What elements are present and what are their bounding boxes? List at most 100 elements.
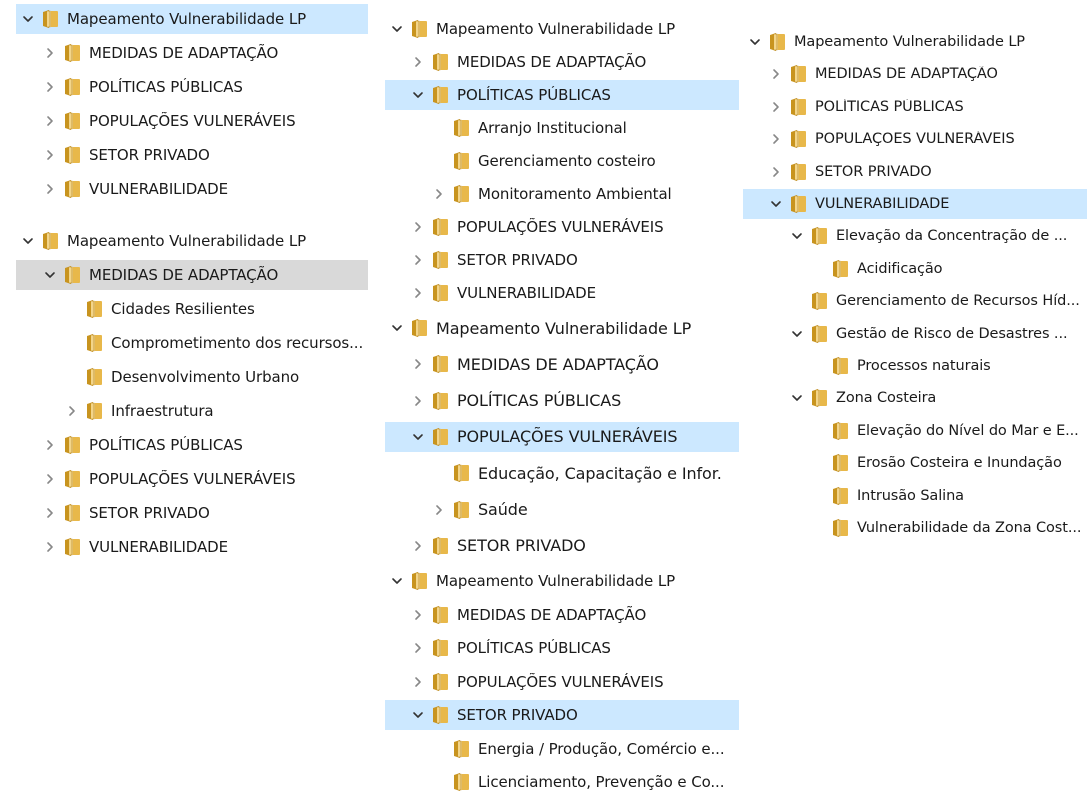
tree-item[interactable]: Zona Costeira [743,383,1087,413]
chevron-down-icon[interactable] [20,235,36,247]
tree-item[interactable]: MEDIDAS DE ADAPTAÇÃO [385,600,739,630]
tree-item[interactable]: Elevação do Nível do Mar e E... [743,416,1087,446]
tree-item[interactable]: SETOR PRIVADO [16,498,368,528]
tree-item-label: Mapeamento Vulnerabilidade LP [794,34,1025,50]
tree-item[interactable]: POLÍTICAS PÚBLICAS [385,80,739,110]
chevron-right-icon[interactable] [64,405,80,417]
chevron-right-icon[interactable] [410,642,426,654]
tree-item[interactable]: MEDIDAS DE ADAPTAÇÃO [16,38,368,68]
chevron-right-icon[interactable] [42,507,58,519]
tree-item[interactable]: Gerenciamento de Recursos Híd... [743,286,1087,316]
tree-item[interactable]: POPULAÇÕES VULNERÁVEIS [385,421,739,452]
tree-item[interactable]: Erosão Costeira e Inundação [743,448,1087,478]
tree-item[interactable]: VULNERABILIDADE [16,174,368,204]
tree-item[interactable]: Monitoramento Ambiental [385,179,739,209]
chevron-right-icon[interactable] [768,101,784,113]
chevron-right-icon[interactable] [410,254,426,266]
chevron-down-icon[interactable] [747,36,763,48]
chevron-right-icon[interactable] [42,183,58,195]
tree-item[interactable]: MEDIDAS DE ADAPTAÇÃO [385,47,739,77]
tree-item[interactable]: Educação, Capacitação e Infor. [385,458,739,488]
chevron-down-icon[interactable] [389,23,405,35]
tree-item[interactable]: Processos naturais [743,351,1087,381]
tree-item[interactable]: Gerenciamento costeiro [385,146,739,176]
tree-item[interactable]: POLÍTICAS PÚBLICAS [385,386,739,416]
chevron-down-icon[interactable] [789,392,805,404]
tree-item[interactable]: VULNERABILIDADE [385,278,739,308]
chevron-right-icon[interactable] [42,81,58,93]
chevron-right-icon[interactable] [410,609,426,621]
chevron-down-icon[interactable] [389,322,405,334]
chevron-right-icon[interactable] [410,56,426,68]
chevron-down-icon[interactable] [42,269,58,281]
chevron-down-icon[interactable] [410,431,426,443]
chevron-right-icon[interactable] [42,149,58,161]
tree-item[interactable]: Gestão de Risco de Desastres ... [743,319,1087,349]
tree-item[interactable]: POLÍTICAS PÚBLICAS [16,430,368,460]
tree-item[interactable]: Intrusão Salina [743,481,1087,511]
chevron-right-icon[interactable] [42,541,58,553]
tree-item[interactable]: POLÍTICAS PÚBLICAS [16,72,368,102]
tree-item[interactable]: POLÍTICAS PÚBLICAS [743,92,1087,122]
chevron-right-icon[interactable] [42,473,58,485]
tree-item[interactable]: Mapeamento Vulnerabilidade LP [385,313,739,343]
tree-item-label: SETOR PRIVADO [457,536,586,556]
tree-item[interactable]: SETOR PRIVADO [385,531,739,561]
tree-item[interactable]: SETOR PRIVADO [385,245,739,275]
chevron-right-icon[interactable] [42,47,58,59]
tree-item[interactable]: MEDIDAS DE ADAPTAÇÃO [16,260,368,290]
chevron-down-icon[interactable] [410,89,426,101]
tree-item[interactable]: Mapeamento Vulnerabilidade LP [16,226,368,256]
chevron-right-icon[interactable] [42,115,58,127]
chevron-down-icon[interactable] [789,328,805,340]
chevron-right-icon[interactable] [410,221,426,233]
chevron-right-icon[interactable] [410,540,426,552]
tree-item[interactable]: Mapeamento Vulnerabilidade LP [385,14,739,44]
tree-item[interactable]: MEDIDAS DE ADAPTAÇÃO [385,349,739,379]
chevron-down-icon[interactable] [768,198,784,210]
tree-item[interactable]: SETOR PRIVADO [16,140,368,170]
tree-item[interactable]: POPULAÇÕES VULNERÁVEIS [385,667,739,697]
chevron-right-icon[interactable] [42,439,58,451]
tree-item[interactable]: Elevação da Concentração de ... [743,221,1087,251]
tree-item[interactable]: Acidificação [743,254,1087,284]
tree-item[interactable]: SETOR PRIVADO [385,700,739,730]
tree-item[interactable]: Arranjo Institucional [385,113,739,143]
chevron-down-icon[interactable] [389,575,405,587]
chevron-right-icon[interactable] [410,676,426,688]
tree-item[interactable]: POPULAÇÕES VULNERÁVEIS [743,124,1087,154]
tree-item[interactable]: Saúde [385,495,739,525]
tree-item[interactable]: SETOR PRIVADO [743,157,1087,187]
tree-item[interactable]: MEDIDAS DE ADAPTAÇÃO [743,59,1087,89]
chevron-right-icon[interactable] [768,166,784,178]
tree-item[interactable]: VULNERABILIDADE [16,532,368,562]
tree-item[interactable]: VULNERABILIDADE [743,189,1087,219]
tree-item[interactable]: POPULAÇÕES VULNERÁVEIS [16,464,368,494]
chevron-down-icon[interactable] [789,230,805,242]
tree-item[interactable]: Energia / Produção, Comércio e... [385,734,739,764]
tree-item[interactable]: Mapeamento Vulnerabilidade LP [16,4,368,34]
chevron-right-icon[interactable] [410,287,426,299]
chevron-down-icon[interactable] [20,13,36,25]
folder-icon [43,10,58,28]
folder-icon [433,218,448,236]
tree-item[interactable]: Mapeamento Vulnerabilidade LP [743,27,1087,57]
chevron-right-icon[interactable] [431,504,447,516]
tree-item[interactable]: Cidades Resilientes [16,294,368,324]
tree-item[interactable]: Desenvolvimento Urbano [16,362,368,392]
chevron-right-icon[interactable] [768,133,784,145]
tree-item[interactable]: POPULAÇÕES VULNERÁVEIS [16,106,368,136]
tree-item[interactable]: Mapeamento Vulnerabilidade LP [385,566,739,596]
tree-item[interactable]: POPULAÇÕES VULNERÁVEIS [385,212,739,242]
tree-item[interactable]: Comprometimento dos recursos... [16,328,368,358]
tree-item[interactable]: Vulnerabilidade da Zona Cost... [743,513,1087,543]
tree-item[interactable]: POLÍTICAS PÚBLICAS [385,633,739,663]
tree-item[interactable]: Licenciamento, Prevenção e Co... [385,767,739,797]
chevron-right-icon[interactable] [431,188,447,200]
chevron-down-icon[interactable] [410,709,426,721]
chevron-right-icon[interactable] [410,358,426,370]
tree-item-label: Desenvolvimento Urbano [111,368,300,386]
tree-item[interactable]: Infraestrutura [16,396,368,426]
chevron-right-icon[interactable] [768,68,784,80]
chevron-right-icon[interactable] [410,395,426,407]
